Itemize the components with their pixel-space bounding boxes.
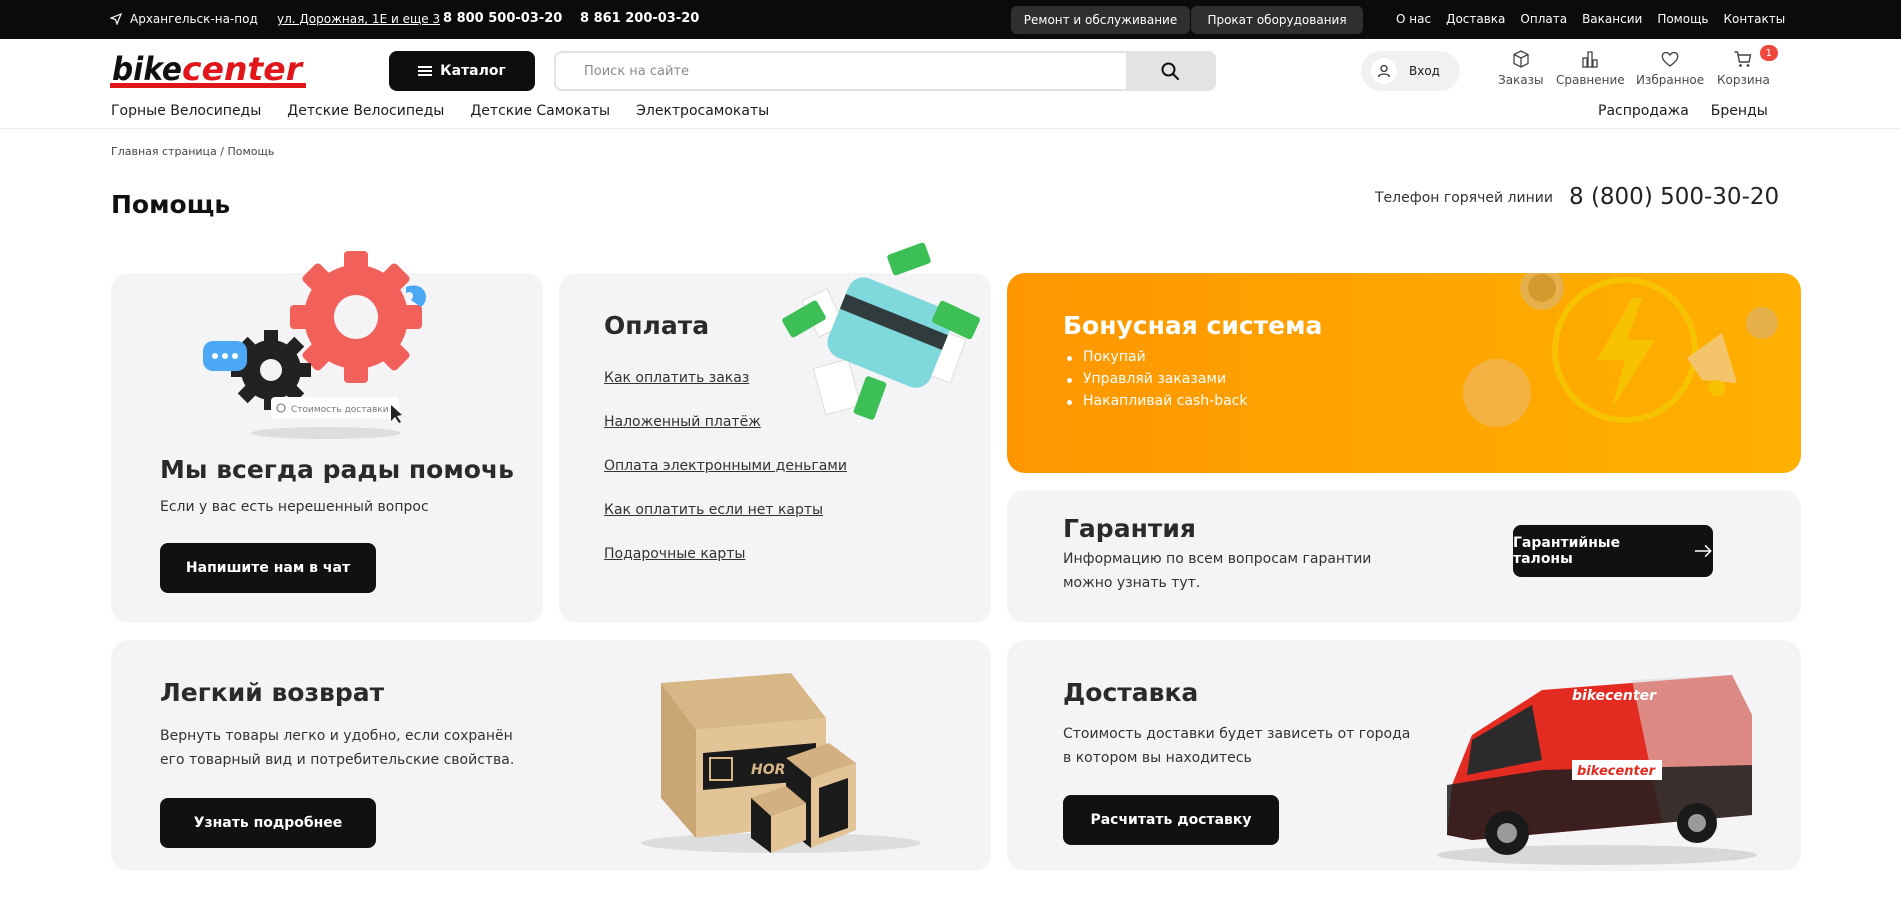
delivery-card-text: Стоимость доставки будет зависеть от гор…	[1063, 726, 1411, 766]
payment-link-gift-cards[interactable]: Подарочные карты	[604, 546, 847, 567]
compare-label: Сравнение	[1556, 73, 1625, 87]
favorites-label: Избранное	[1636, 73, 1705, 87]
top-link-vacancies[interactable]: Вакансии	[1582, 12, 1642, 26]
bonus-item-manage: Управляй заказами	[1063, 371, 1248, 387]
compare-link[interactable]: Сравнение	[1556, 49, 1625, 87]
nav-right: Распродажа Бренды	[1598, 103, 1790, 119]
orders-link[interactable]: Заказы	[1498, 49, 1544, 87]
cart-link[interactable]: 1 Корзина	[1717, 45, 1778, 87]
svg-text:center: center	[182, 50, 304, 88]
search-icon	[1161, 62, 1179, 80]
warranty-card: Гарантия Информацию по всем вопросам гар…	[1007, 490, 1801, 623]
rent-button[interactable]: Прокат оборудования	[1191, 6, 1363, 34]
favorites-link[interactable]: Избранное	[1636, 49, 1704, 87]
delivery-card: Доставка Стоимость доставки будет зависе…	[1007, 640, 1801, 871]
catalog-button[interactable]: Каталог	[389, 51, 535, 91]
top-bar: Архангельск-на-под ул. Дорожная, 1Е и ещ…	[0, 0, 1901, 39]
location-arrow-icon	[110, 13, 122, 25]
heart-icon	[1661, 51, 1679, 67]
chat-button[interactable]: Напишите нам в чат	[160, 543, 376, 593]
delivery-van-illustration: bikecenter bikecenter	[1437, 675, 1757, 865]
help-card-title: Мы всегда рады помочь	[160, 455, 514, 484]
help-card-text: Если у вас есть нерешенный вопрос	[160, 499, 429, 515]
warranty-card-title: Гарантия	[1063, 514, 1196, 543]
top-link-about[interactable]: О нас	[1396, 12, 1431, 26]
return-card-title: Легкий возврат	[160, 678, 385, 707]
bonus-lightning-illustration	[1463, 273, 1778, 427]
address-link[interactable]: ул. Дорожная, 1Е и еще 3	[277, 12, 440, 26]
login-label: Вход	[1409, 64, 1440, 78]
cart-count-badge: 1	[1759, 45, 1778, 61]
hotline-label: Телефон горячей линии	[1375, 190, 1553, 206]
top-link-contacts[interactable]: Контакты	[1723, 12, 1785, 26]
hotline-phone[interactable]: 8 (800) 500-30-20	[1569, 184, 1779, 210]
cart-icon	[1734, 51, 1752, 67]
payment-links: Как оплатить заказ Наложенный платёж Опл…	[604, 370, 847, 590]
cart-label: Корзина	[1717, 73, 1770, 87]
category-nav: Горные Велосипеды Детские Велосипеды Дет…	[111, 103, 795, 119]
boxes-illustration: HORH	[641, 673, 921, 853]
header: bike center Каталог Вход Заказы Сравнени…	[0, 39, 1901, 129]
payment-link-cod[interactable]: Наложенный платёж	[604, 414, 847, 435]
service-button[interactable]: Ремонт и обслуживание	[1011, 6, 1190, 34]
illustration-search-text: Стоимость доставки	[291, 405, 389, 415]
payment-card-title: Оплата	[604, 311, 710, 340]
bonus-item-cashback: Накапливай cash-back	[1063, 393, 1248, 409]
nav-mountain-bikes[interactable]: Горные Велосипеды	[111, 103, 261, 119]
warranty-card-text: Информацию по всем вопросам гарантии мож…	[1063, 551, 1372, 591]
bonus-list: Покупай Управляй заказами Накапливай cas…	[1063, 349, 1248, 415]
return-card: Легкий возврат Вернуть товары легко и уд…	[111, 640, 991, 871]
payment-link-no-card[interactable]: Как оплатить если нет карты	[604, 502, 847, 523]
warranty-button[interactable]: Гарантийные талоны	[1513, 525, 1713, 577]
user-icon	[1371, 58, 1397, 84]
page-title: Помощь	[111, 190, 231, 219]
top-link-help[interactable]: Помощь	[1657, 12, 1708, 26]
top-links: О нас Доставка Оплата Вакансии Помощь Ко…	[1396, 12, 1800, 26]
menu-icon	[418, 66, 433, 76]
payment-link-how-to-pay[interactable]: Как оплатить заказ	[604, 370, 847, 391]
gears-support-illustration: Стоимость доставки	[203, 251, 426, 439]
arrow-right-icon	[1695, 544, 1713, 558]
help-card: Стоимость доставки Мы всегда рады помочь…	[111, 251, 543, 623]
payment-card: Оплата Как оплатить заказ Наложенный пла…	[559, 242, 991, 623]
return-card-text: Вернуть товары легко и удобно, если сохр…	[160, 728, 515, 768]
search-button[interactable]	[1126, 53, 1214, 89]
city-label: Архангельск-на-под	[130, 12, 258, 26]
calculate-delivery-button[interactable]: Расчитать доставку	[1063, 795, 1279, 845]
bonus-card-title: Бонусная система	[1063, 311, 1323, 340]
phone-primary[interactable]: 8 800 500-03-20	[443, 11, 562, 26]
nav-kids-bikes[interactable]: Детские Велосипеды	[287, 103, 444, 119]
van-side-logo: bikecenter	[1577, 764, 1657, 779]
login-button[interactable]: Вход	[1361, 51, 1460, 91]
van-top-logo: bikecenter	[1572, 688, 1657, 704]
bonus-item-buy: Покупай	[1063, 349, 1248, 365]
nav-electric-scooters[interactable]: Электросамокаты	[636, 103, 769, 119]
warranty-button-label: Гарантийные талоны	[1513, 535, 1621, 567]
search-bar	[554, 51, 1216, 91]
nav-sale[interactable]: Распродажа	[1598, 103, 1689, 119]
box-icon	[1513, 50, 1529, 68]
nav-kids-scooters[interactable]: Детские Самокаты	[470, 103, 610, 119]
top-link-payment[interactable]: Оплата	[1520, 12, 1567, 26]
phone-secondary[interactable]: 8 861 200-03-20	[580, 11, 699, 26]
nav-brands[interactable]: Бренды	[1711, 103, 1768, 119]
compare-icon	[1582, 51, 1598, 68]
payment-link-emoney[interactable]: Оплата электронными деньгами	[604, 458, 847, 479]
top-link-delivery[interactable]: Доставка	[1446, 12, 1505, 26]
city-selector[interactable]: Архангельск-на-под	[110, 12, 258, 26]
catalog-label: Каталог	[440, 63, 506, 79]
bikecenter-logo[interactable]: bike center	[110, 49, 306, 91]
return-more-button[interactable]: Узнать подробнее	[160, 798, 376, 848]
svg-text:bike: bike	[112, 50, 182, 88]
breadcrumb[interactable]: Главная страница / Помощь	[111, 145, 274, 158]
search-input[interactable]	[556, 53, 1128, 89]
delivery-card-title: Доставка	[1063, 678, 1199, 707]
orders-label: Заказы	[1498, 73, 1544, 87]
bonus-card[interactable]: Бонусная система Покупай Управляй заказа…	[1007, 273, 1801, 473]
